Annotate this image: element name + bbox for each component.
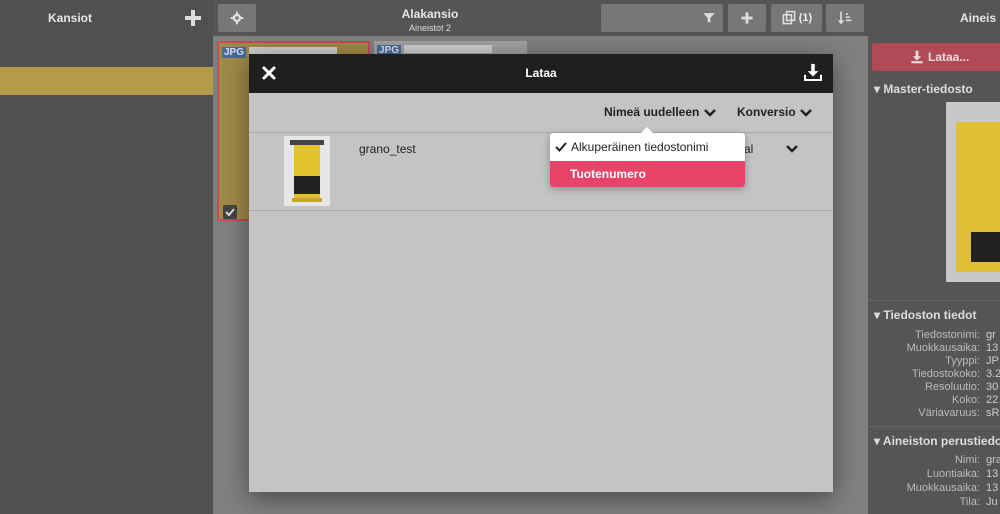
info-row: Tyyppi: JP: [945, 355, 999, 367]
info-row: Väriavaruus: sR: [918, 407, 1000, 419]
subfolder-title: Alakansio: [401, 7, 459, 21]
info-panel: Lataa... ▾ Master-tiedosto ▾ Tiedoston t…: [868, 36, 1000, 514]
modal-toolbar: Nimeä uudelleen Konversio: [249, 93, 833, 133]
add-button[interactable]: [728, 4, 766, 32]
plus-icon: [741, 12, 753, 24]
folders-title: Kansiot: [47, 11, 92, 25]
filter-icon[interactable]: [702, 11, 716, 25]
top-bar: Kansiot Alakansio Aineistot 2 (1) Aineis: [0, 0, 1000, 36]
folder-item-selected[interactable]: [0, 67, 213, 95]
info-row: Tiedostokoko: 3.2: [911, 368, 1000, 380]
right-panel-title: Aineis: [960, 11, 997, 25]
basic-info-heading: Aineiston perustiedot: [882, 434, 1000, 448]
info-row: Tiedostonimi: gr: [914, 329, 996, 341]
info-row: Muokkausaika: 13: [906, 482, 999, 494]
copy-count: (1): [798, 12, 813, 24]
file-thumbnail: [284, 136, 330, 206]
info-row: Tila: Ju: [959, 496, 998, 508]
master-file-preview: [946, 102, 1000, 282]
chevron-down-icon[interactable]: [704, 108, 716, 118]
folder-panel: [0, 36, 213, 514]
master-file-section[interactable]: ▾ Master-tiedosto: [874, 82, 973, 96]
menu-item-product-number[interactable]: Tuotenumero: [550, 161, 745, 187]
product-thumbnail-image: [290, 140, 324, 202]
download-icon: [911, 50, 923, 64]
menu-item-original-filename[interactable]: Alkuperäinen tiedostonimi: [550, 135, 745, 159]
file-info-section[interactable]: ▾ Tiedoston tiedot: [874, 308, 976, 322]
conversion-label: Konversio: [737, 105, 796, 119]
settings-button[interactable]: [218, 4, 256, 32]
menu-arrow: [641, 127, 653, 133]
folders-header: Kansiot: [0, 0, 213, 36]
rename-menu: Alkuperäinen tiedostonimi Tuotenumero: [550, 127, 745, 187]
divider: [868, 300, 1000, 301]
download-label: Lataa...: [928, 50, 970, 64]
add-folder-icon[interactable]: [183, 8, 203, 28]
check-icon: [555, 142, 567, 152]
chevron-down-icon[interactable]: [786, 144, 798, 154]
check-icon: [225, 208, 235, 217]
chevron-down-icon[interactable]: [800, 108, 812, 118]
conversion-dropdown[interactable]: Konversio: [737, 105, 796, 119]
row-conversion-value: al: [744, 142, 754, 156]
modal-title: Lataa: [525, 66, 557, 80]
basic-info-section[interactable]: ▾ Aineiston perustiedot: [874, 434, 1000, 448]
subfolder-subtitle: Aineistot 2: [408, 23, 452, 33]
gear-icon: [230, 11, 244, 25]
file-name: grano_test: [359, 142, 416, 156]
info-row: Resoluutio: 30: [924, 381, 999, 393]
master-file-heading: Master-tiedosto: [883, 82, 973, 96]
product-label: [971, 232, 1000, 262]
filter-input[interactable]: [601, 4, 723, 32]
info-row: Muokkausaika: 13: [906, 342, 999, 354]
selected-checkbox[interactable]: [223, 205, 237, 219]
info-row: Koko: 22: [951, 394, 999, 406]
info-row: Nimi: gra: [954, 454, 1000, 466]
rename-dropdown[interactable]: Nimeä uudelleen: [604, 105, 699, 119]
file-type-badge: JPG: [222, 47, 247, 58]
menu-item-label: Tuotenumero: [570, 167, 646, 181]
download-icon[interactable]: [804, 63, 822, 81]
file-row: grano_test al: [249, 133, 833, 211]
copy-button[interactable]: (1): [771, 4, 822, 32]
file-info-heading: Tiedoston tiedot: [883, 308, 977, 322]
divider: [868, 426, 1000, 427]
copy-icon: [782, 10, 796, 25]
sort-button[interactable]: [826, 4, 864, 32]
download-button[interactable]: Lataa...: [872, 43, 1000, 71]
rename-label: Nimeä uudelleen: [604, 105, 700, 119]
card-title-bar: [404, 45, 492, 53]
menu-item-label: Alkuperäinen tiedostonimi: [571, 140, 709, 154]
sort-icon: [837, 11, 852, 25]
download-modal: Lataa Nimeä uudelleen Konversio grano_te…: [249, 54, 833, 492]
modal-header: Lataa: [249, 54, 833, 93]
info-row: Luontiaika: 13: [926, 468, 999, 480]
